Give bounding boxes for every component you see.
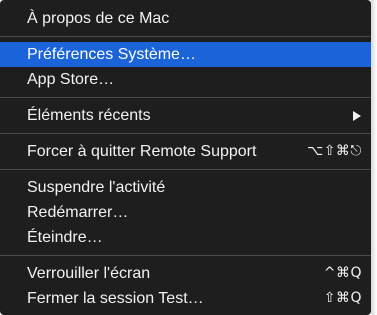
menu-item-label: Suspendre l'activité (27, 179, 166, 196)
menu-separator (0, 97, 371, 98)
menu-item-app-store[interactable]: App Store… (0, 67, 371, 92)
menu-item-label: Verrouiller l'écran (27, 265, 151, 282)
menu-item-about-this-mac[interactable]: À propos de ce Mac (0, 6, 371, 31)
menu-item-label: App Store… (27, 71, 115, 88)
menu-item-label: Redémarrer… (27, 204, 129, 221)
keyboard-shortcut: ⇧⌘Q (323, 290, 362, 306)
menu-separator (0, 36, 371, 37)
menu-item-label: Éléments récents (27, 107, 151, 124)
menu-separator (0, 255, 371, 256)
menu-item-label: Éteindre… (27, 229, 103, 246)
menu-item-recent-items[interactable]: Éléments récents (0, 103, 371, 128)
menu-item-label: À propos de ce Mac (27, 10, 170, 27)
menu-item-label: Fermer la session Test… (27, 290, 204, 307)
menu-item-label: Préférences Système… (27, 46, 196, 63)
menu-item-lock-screen[interactable]: Verrouiller l'écran ^⌘Q (0, 261, 371, 286)
menu-item-label: Forcer à quitter Remote Support (27, 143, 257, 160)
menu-item-system-preferences[interactable]: Préférences Système… (0, 42, 371, 67)
menu-item-restart[interactable]: Redémarrer… (0, 200, 371, 225)
menu-item-sleep[interactable]: Suspendre l'activité (0, 175, 371, 200)
menu-edge-shadow (371, 0, 377, 315)
menu-item-shut-down[interactable]: Éteindre… (0, 225, 371, 250)
keyboard-shortcut: ⌥⇧⌘⎋ (307, 143, 362, 159)
submenu-arrow-icon (353, 111, 361, 121)
menu-separator (0, 169, 371, 170)
keyboard-shortcut: ^⌘Q (323, 265, 362, 281)
menu-item-log-out[interactable]: Fermer la session Test… ⇧⌘Q (0, 286, 371, 311)
apple-menu: À propos de ce Mac Préférences Système… … (0, 0, 371, 315)
menu-item-force-quit[interactable]: Forcer à quitter Remote Support ⌥⇧⌘⎋ (0, 139, 371, 164)
menu-separator (0, 133, 371, 134)
